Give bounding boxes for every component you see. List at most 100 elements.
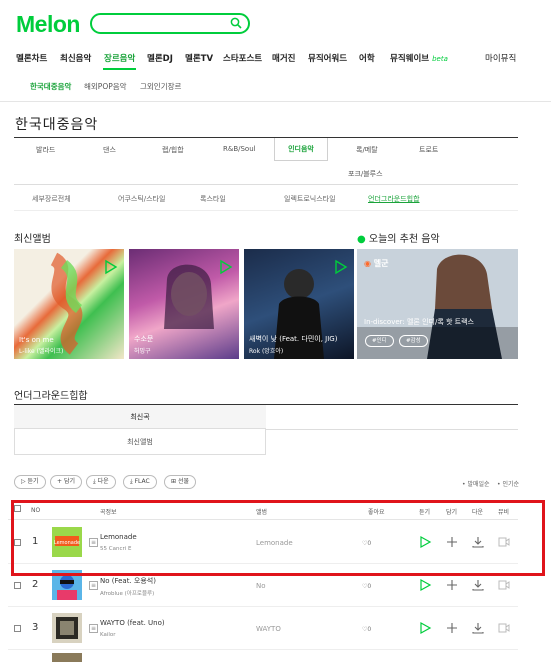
nav-item-chart[interactable]: 멜론차트 [16, 52, 47, 64]
song-artist[interactable]: 55 Cancri E [100, 546, 131, 552]
subnav-korean[interactable]: 한국대중음악 [30, 81, 71, 92]
album-card-2[interactable]: 수소문 허밍구 [129, 249, 239, 359]
listen-button[interactable]: ▷ 듣기 [14, 475, 46, 489]
play-icon[interactable] [102, 259, 118, 275]
genre-indie[interactable]: 인디음악 [274, 138, 328, 161]
main-nav: 멜론차트 최신음악 장르음악 멜론DJ 멜론TV 스타포스트 매거진 뮤직어워드… [0, 52, 551, 68]
like-count[interactable]: ♡0 [362, 540, 371, 547]
album-card-3[interactable]: 새벽이 낮 (Feat. 다민이, JIG) Rok (앙흐아) [244, 249, 354, 359]
subgenre-rock[interactable]: 록스타일 [200, 194, 226, 204]
nav-item-new[interactable]: 최신음악 [60, 52, 91, 64]
sort-by-date[interactable]: • 발매일순 [462, 479, 490, 488]
table-row: 1 Lemonade ≡ Lemonade 55 Cancri E Lemona… [8, 521, 518, 564]
song-info-icon[interactable]: ≡ [89, 581, 98, 590]
recommend-tag-1[interactable]: #인디 [365, 335, 394, 347]
col-like: 좋아요 [368, 509, 385, 516]
play-icon[interactable] [332, 259, 348, 275]
gift-label: 선물 [177, 478, 189, 485]
add-label: 담기 [63, 478, 75, 485]
download-icon[interactable] [471, 578, 485, 592]
new-albums-title: 최신앨범 [14, 234, 51, 245]
album-thumbnail[interactable] [52, 613, 82, 643]
genre-ballad[interactable]: 발라드 [36, 145, 55, 155]
album-artist-1[interactable]: L-like (엘라이크) [19, 346, 63, 355]
recommend-card[interactable]: ◉ 멜군 In-discover: 멜론 인디/록 핫 트랙스 #인디 #감성 [357, 249, 518, 359]
song-info-icon[interactable]: ≡ [89, 538, 98, 547]
album-artist-2[interactable]: 허밍구 [134, 346, 151, 355]
row-checkbox[interactable] [14, 625, 21, 632]
add-button[interactable]: + 담기 [50, 475, 82, 489]
subnav-other[interactable]: 그외인기장르 [140, 81, 181, 92]
play-icon[interactable] [418, 535, 432, 549]
subnav-pop[interactable]: 해외POP음악 [84, 81, 127, 92]
mv-icon[interactable] [497, 535, 511, 549]
sort-by-popularity[interactable]: • 인기순 [497, 479, 519, 488]
album-card-1[interactable]: It's on me L-like (엘라이크) [14, 249, 124, 359]
genre-trot[interactable]: 트로트 [419, 145, 438, 155]
search-icon[interactable] [230, 17, 242, 29]
nav-item-magazine[interactable]: 매거진 [272, 52, 295, 64]
nav-item-musicwave[interactable]: 뮤직웨이브 beta [390, 52, 448, 64]
nav-item-dj[interactable]: 멜론DJ [147, 52, 173, 64]
search-box[interactable] [90, 13, 250, 36]
global-header: Melon 멜론차트 최신음악 장르음악 멜론DJ 멜론TV 스타포스트 매거진… [0, 0, 551, 102]
gift-button[interactable]: ⊞ 선물 [164, 475, 196, 489]
row-checkbox[interactable] [14, 539, 21, 546]
plus-icon[interactable] [445, 578, 459, 592]
melon-logo[interactable]: Melon [16, 11, 80, 38]
like-count[interactable]: ♡0 [362, 583, 371, 590]
tab-latest-songs[interactable]: 최신곡 [14, 405, 266, 429]
recommend-tag-2[interactable]: #감성 [399, 335, 428, 347]
genre-dance[interactable]: 댄스 [103, 145, 116, 155]
mv-icon[interactable] [497, 621, 511, 635]
song-album[interactable]: WAYTO [256, 625, 281, 633]
download-button[interactable]: ⤓ 다운 [86, 475, 116, 489]
row-rank: 2 [32, 579, 39, 590]
play-icon[interactable] [217, 259, 233, 275]
album-title-3[interactable]: 새벽이 낮 (Feat. 다민이, JIG) [249, 334, 337, 344]
genre-hiphop[interactable]: 랩/힙합 [162, 145, 184, 155]
genre-folk[interactable]: 포크/블루스 [348, 169, 383, 179]
nav-item-award[interactable]: 뮤직어워드 [308, 52, 347, 64]
nav-item-tv[interactable]: 멜론TV [185, 52, 213, 64]
song-artist[interactable]: Afroblue (아프로블루) [100, 589, 154, 597]
song-artist[interactable]: Kailor [100, 632, 116, 638]
recommend-channel-name: 멜군 [373, 259, 389, 268]
tab-latest-albums[interactable]: 최신앨범 [14, 429, 266, 455]
search-input[interactable] [100, 19, 230, 36]
album-thumbnail[interactable] [52, 570, 82, 600]
select-all-checkbox[interactable] [14, 505, 21, 512]
album-title-1[interactable]: It's on me [19, 336, 54, 344]
nav-item-starpost[interactable]: 스타포스트 [223, 52, 262, 64]
song-title[interactable]: WAYTO (feat. Uno) [100, 619, 165, 627]
subgenre-electronic[interactable]: 일렉트로닉스타일 [284, 194, 336, 204]
album-title-2[interactable]: 수소문 [134, 334, 153, 344]
play-icon[interactable] [418, 621, 432, 635]
download-icon[interactable] [471, 621, 485, 635]
row-checkbox[interactable] [14, 582, 21, 589]
recommend-desc[interactable]: In-discover: 멜론 인디/록 핫 트랙스 [364, 317, 474, 327]
like-count[interactable]: ♡0 [362, 626, 371, 633]
recommend-title: ● 오늘의 추천 음악 [357, 230, 440, 245]
nav-item-genre[interactable]: 장르음악 [104, 52, 135, 64]
nav-item-mymusic[interactable]: 마이뮤직 [485, 52, 516, 64]
plus-icon[interactable] [445, 621, 459, 635]
song-album[interactable]: Lemonade [256, 539, 293, 547]
genre-rnb[interactable]: R&B/Soul [223, 145, 256, 153]
song-title[interactable]: No (Feat. 오용석) [100, 576, 156, 586]
flac-button[interactable]: ⤓ FLAC [123, 475, 157, 489]
album-artist-3[interactable]: Rok (앙흐아) [249, 346, 283, 355]
subgenre-underground-hiphop[interactable]: 언더그라운드힙합 [368, 194, 420, 204]
subgenre-all[interactable]: 세부장르전체 [32, 194, 71, 204]
subgenre-acoustic[interactable]: 어쿠스틱/스타일 [118, 194, 165, 204]
nav-item-language[interactable]: 어학 [359, 52, 375, 64]
song-info-icon[interactable]: ≡ [89, 624, 98, 633]
song-title[interactable]: Lemonade [100, 533, 137, 541]
song-album[interactable]: No [256, 582, 266, 590]
play-icon[interactable] [418, 578, 432, 592]
album-thumbnail[interactable]: Lemonade [52, 527, 82, 557]
mv-icon[interactable] [497, 578, 511, 592]
genre-rock[interactable]: 록/메탈 [356, 145, 378, 155]
plus-icon[interactable] [445, 535, 459, 549]
download-icon[interactable] [471, 535, 485, 549]
